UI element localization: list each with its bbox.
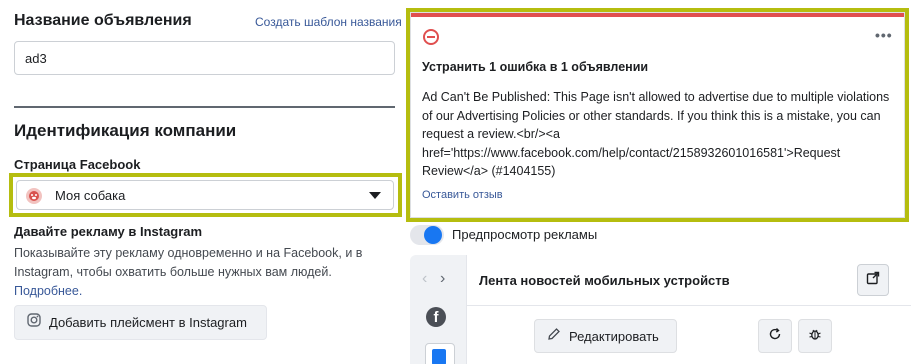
pencil-icon — [547, 327, 561, 346]
refresh-button[interactable] — [758, 319, 792, 353]
more-options-icon[interactable]: ••• — [875, 27, 893, 43]
facebook-page-label: Страница Facebook — [14, 157, 141, 172]
refresh-icon — [768, 327, 782, 346]
error-icon-dash — [427, 36, 435, 38]
preview-main: Лента новостей мобильных устройств Редак… — [466, 255, 911, 364]
selected-page-name: Моя собака — [55, 188, 126, 203]
instagram-icon — [27, 313, 41, 332]
caret-down-icon — [369, 192, 381, 199]
learn-more-link[interactable]: Подробнее. — [14, 284, 82, 298]
toggle-knob — [424, 226, 442, 244]
ad-preview-label: Предпросмотр рекламы — [452, 227, 598, 242]
add-instagram-placement-label: Добавить плейсмент в Instagram — [49, 315, 247, 330]
placement-thumbnail-fill — [432, 349, 446, 364]
leave-feedback-link[interactable]: Оставить отзыв — [422, 189, 503, 201]
facebook-icon[interactable]: f — [426, 307, 446, 327]
error-card: ••• Устранить 1 ошибка в 1 объявлении Ad… — [410, 12, 905, 218]
section-divider — [14, 106, 395, 108]
chevron-right-icon[interactable]: › — [440, 270, 445, 288]
edit-label: Редактировать — [569, 328, 659, 344]
preview-panel: ‹ › f Лента новостей мобильных устройств… — [410, 255, 911, 364]
instagram-description-text: Показывайте эту рекламу одновременно и н… — [14, 246, 363, 279]
edit-button[interactable]: Редактировать — [534, 319, 677, 353]
ad-preview-toggle[interactable] — [410, 225, 444, 245]
bug-icon — [808, 327, 822, 346]
instagram-section-title: Давайте рекламу в Instagram — [14, 224, 203, 239]
report-bug-button[interactable] — [798, 319, 832, 353]
identity-section-title: Идентификация компании — [14, 121, 237, 140]
error-title: Устранить 1 ошибка в 1 объявлении — [422, 60, 649, 74]
error-accent-bar — [411, 13, 904, 17]
create-name-template-link[interactable]: Создать шаблон названия — [255, 15, 402, 29]
facebook-page-select[interactable]: Моя собака — [16, 180, 394, 210]
chevron-left-icon[interactable]: ‹ — [422, 270, 427, 288]
page-avatar-icon — [26, 188, 42, 204]
error-icon — [423, 29, 439, 45]
placement-thumbnail[interactable] — [425, 343, 455, 364]
preview-divider — [467, 305, 911, 306]
ad-name-input[interactable] — [14, 41, 395, 75]
open-external-button[interactable] — [857, 264, 889, 296]
ad-name-label: Название объявления — [14, 12, 192, 29]
instagram-description: Показывайте эту рекламу одновременно и н… — [14, 244, 399, 301]
placement-title: Лента новостей мобильных устройств — [479, 273, 730, 288]
error-message: Ad Can't Be Published: This Page isn't a… — [422, 90, 890, 178]
add-instagram-placement-button[interactable]: Добавить плейсмент в Instagram — [14, 305, 267, 340]
preview-sidebar: ‹ › f — [410, 255, 460, 364]
external-link-icon — [866, 271, 880, 290]
